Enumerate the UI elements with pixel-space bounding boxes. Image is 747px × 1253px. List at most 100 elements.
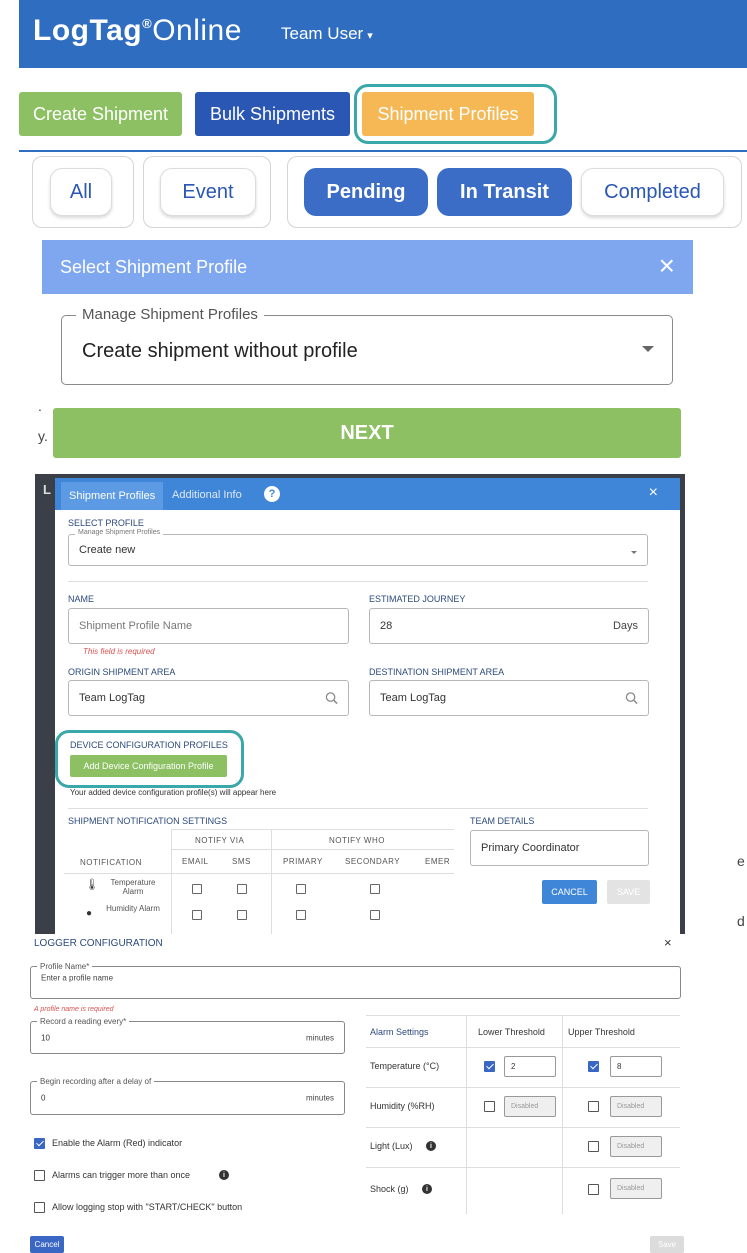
team-details-label: TEAM DETAILS: [470, 816, 535, 826]
profile-modal-header: Shipment Profiles Additional Info ? ×: [55, 478, 680, 510]
device-config-note: Your added device configuration profile(…: [70, 788, 277, 797]
email-checkbox[interactable]: [192, 910, 202, 920]
dialog-title: Select Shipment Profile: [60, 257, 248, 277]
row-humidity-label: Humidity Alarm: [106, 904, 160, 913]
tab-shipment-profiles[interactable]: Shipment Profiles: [61, 482, 164, 510]
destination-area-input[interactable]: Team LogTag: [369, 680, 649, 716]
filter-tab-in-transit[interactable]: In Transit: [437, 168, 572, 216]
divider: [19, 150, 747, 152]
search-icon[interactable]: [325, 692, 338, 705]
temp-upper-checkbox[interactable]: [588, 1061, 599, 1072]
profile-name-input[interactable]: Shipment Profile Name: [68, 608, 349, 644]
destination-label: DESTINATION SHIPMENT AREA: [369, 667, 505, 677]
close-icon[interactable]: ×: [664, 935, 672, 950]
filter-tab-all[interactable]: All: [50, 168, 112, 216]
sms-checkbox[interactable]: [237, 910, 247, 920]
multi-trigger-checkbox[interactable]: [34, 1170, 45, 1181]
start-delay-value: 0: [41, 1093, 46, 1103]
chevron-down-icon: [642, 346, 654, 352]
help-icon[interactable]: ?: [264, 486, 280, 502]
secondary-checkbox[interactable]: [370, 884, 380, 894]
start-delay-legend: Begin recording after a delay of: [37, 1077, 155, 1086]
divider: [171, 829, 271, 830]
light-upper-checkbox[interactable]: [588, 1141, 599, 1152]
info-icon[interactable]: i: [426, 1141, 436, 1151]
cropped-text-fragment: y.: [38, 428, 48, 444]
sms-checkbox[interactable]: [237, 884, 247, 894]
divider: [271, 829, 454, 830]
origin-value: Team LogTag: [79, 692, 146, 704]
profile-name-field[interactable]: Profile Name* Enter a profile name: [30, 962, 681, 999]
temp-lower-input[interactable]: 2: [504, 1056, 556, 1077]
journey-unit: Days: [612, 620, 638, 632]
divider: [171, 829, 172, 934]
col-notification: NOTIFICATION: [80, 858, 142, 867]
info-icon[interactable]: i: [219, 1170, 229, 1180]
divider: [68, 808, 648, 809]
record-interval-field[interactable]: Record a reading every* 10 minutes: [30, 1017, 345, 1054]
cropped-text-fragment: e: [737, 853, 745, 869]
alarm-settings-header: Alarm Settings: [370, 1027, 429, 1037]
start-delay-field[interactable]: Begin recording after a delay of 0 minut…: [30, 1077, 345, 1115]
divider: [466, 1016, 467, 1214]
journey-label: ESTIMATED JOURNEY: [369, 594, 466, 604]
search-icon[interactable]: [625, 692, 638, 705]
create-shipment-button[interactable]: Create Shipment: [19, 92, 182, 136]
filter-tab-pending[interactable]: Pending: [304, 168, 428, 216]
destination-value: Team LogTag: [380, 692, 447, 704]
origin-area-input[interactable]: Team LogTag: [68, 680, 349, 716]
journey-value: 28: [380, 620, 393, 632]
select-profile-dialog-header: Select Shipment Profile ×: [42, 240, 693, 294]
manage-profiles-select[interactable]: Manage Shipment Profiles Create shipment…: [61, 306, 673, 385]
primary-checkbox[interactable]: [296, 884, 306, 894]
next-button[interactable]: NEXT: [53, 408, 681, 458]
email-checkbox[interactable]: [192, 884, 202, 894]
top-navbar: LogTag®Online Team User ▾: [19, 0, 747, 68]
user-menu[interactable]: Team User ▾: [281, 24, 373, 44]
cropped-text-fragment: d: [737, 913, 745, 929]
light-upper-input: Disabled: [610, 1136, 662, 1157]
brand-name: LogTag: [33, 14, 143, 47]
humidity-upper-checkbox[interactable]: [588, 1101, 599, 1112]
divider: [366, 1167, 680, 1168]
bulk-shipments-button[interactable]: Bulk Shipments: [195, 92, 350, 136]
alarm-settings-table: Alarm Settings Lower Threshold Upper Thr…: [366, 1015, 680, 1214]
temperature-label: Temperature (°C): [370, 1061, 440, 1071]
thermometer-icon: 🌡: [85, 879, 99, 891]
highlight-ring: [55, 730, 244, 788]
tab-additional-info[interactable]: Additional Info: [172, 489, 242, 501]
user-menu-label: Team User: [281, 24, 364, 43]
primary-checkbox[interactable]: [296, 910, 306, 920]
save-button[interactable]: SAVE: [607, 880, 650, 904]
divider: [171, 849, 454, 850]
highlight-ring: [354, 84, 557, 144]
notification-table: NOTIFY VIA NOTIFY WHO NOTIFICATION EMAIL…: [64, 829, 454, 934]
close-icon[interactable]: ×: [649, 484, 658, 502]
divider: [562, 1016, 563, 1214]
alarm-indicator-checkbox[interactable]: [34, 1138, 45, 1149]
logtag-online-logo[interactable]: LogTag®Online: [33, 14, 242, 48]
record-interval-unit: minutes: [305, 1033, 334, 1042]
team-details-input[interactable]: Primary Coordinator: [470, 830, 649, 866]
filter-tab-completed[interactable]: Completed: [581, 168, 724, 216]
close-icon[interactable]: ×: [659, 250, 675, 282]
save-button[interactable]: Save: [650, 1236, 684, 1253]
cancel-button[interactable]: CANCEL: [542, 880, 597, 904]
logging-stop-checkbox[interactable]: [34, 1202, 45, 1213]
field-legend: Manage Shipment Profiles: [76, 306, 264, 323]
divider: [366, 1087, 680, 1088]
estimated-journey-input[interactable]: 28 Days: [369, 608, 649, 644]
multi-trigger-label: Alarms can trigger more than once: [52, 1170, 191, 1180]
select-profile-dropdown[interactable]: Manage Shipment Profiles Create new: [68, 529, 648, 566]
filter-tab-event[interactable]: Event: [160, 168, 256, 216]
temp-upper-input[interactable]: 8: [610, 1056, 662, 1077]
cropped-text-fragment: .: [38, 398, 42, 414]
cancel-button[interactable]: Cancel: [30, 1236, 64, 1253]
shock-upper-checkbox[interactable]: [588, 1184, 599, 1195]
temp-lower-checkbox[interactable]: [484, 1061, 495, 1072]
secondary-checkbox[interactable]: [370, 910, 380, 920]
team-details-value: Primary Coordinator: [481, 842, 580, 854]
humidity-lower-checkbox[interactable]: [484, 1101, 495, 1112]
divider: [64, 873, 454, 874]
info-icon[interactable]: i: [422, 1184, 432, 1194]
